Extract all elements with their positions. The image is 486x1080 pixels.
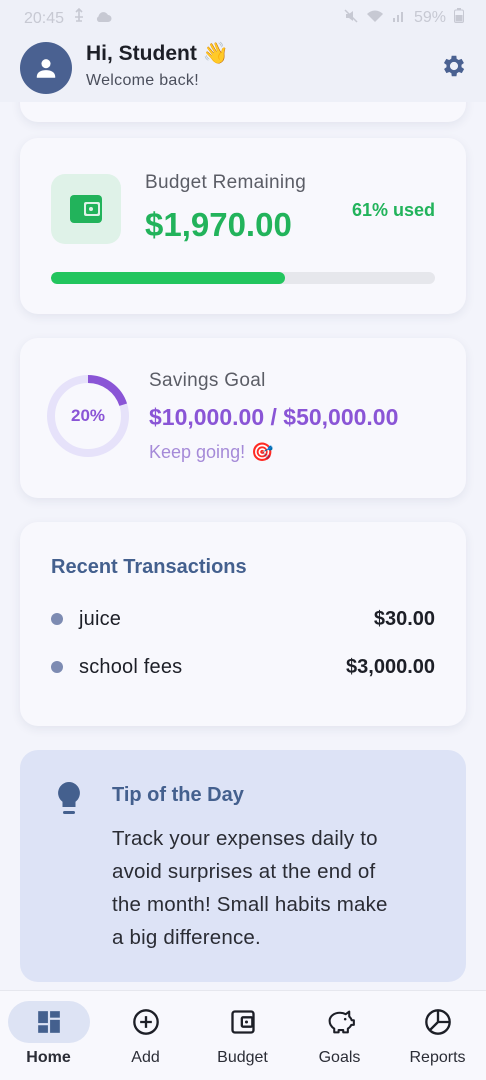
transaction-name: school fees: [79, 655, 183, 678]
target-emoji: 🎯: [251, 442, 274, 462]
bullet-icon: [51, 661, 63, 673]
dashboard-content[interactable]: Budget Remaining $1,970.00 61% used 20% …: [0, 102, 486, 990]
savings-note: Keep going! 🎯: [149, 442, 274, 463]
status-bar: 20:45 59%: [0, 0, 486, 34]
lightbulb-icon: [58, 782, 80, 814]
nav-goals[interactable]: Goals: [291, 991, 388, 1080]
add-circle-icon: [132, 1009, 159, 1035]
battery-icon: [454, 8, 464, 28]
wallet-icon: [230, 1010, 255, 1034]
person-icon: [36, 59, 56, 78]
greeting-title: Hi, Student: [86, 42, 197, 65]
transaction-amount: $30.00: [373, 607, 435, 630]
mute-icon: [344, 8, 358, 28]
transactions-title: Recent Transactions: [51, 556, 247, 578]
budget-label: Budget Remaining: [145, 172, 307, 193]
tip-line: avoid surprises at the end of: [112, 860, 376, 883]
transaction-name: juice: [79, 607, 122, 630]
previous-card-edge: [20, 102, 466, 122]
wallet-icon: [70, 195, 102, 223]
app-header: Hi, Student 👋 Welcome back!: [0, 34, 486, 102]
savings-amount: $10,000.00 / $50,000.00: [149, 404, 399, 430]
settings-button[interactable]: [440, 52, 468, 80]
nav-label: Add: [131, 1049, 160, 1066]
pie-chart-icon: [424, 1009, 451, 1035]
transaction-row[interactable]: school fees $3,000.00: [51, 652, 435, 682]
nav-label: Home: [26, 1049, 71, 1066]
tip-line: Track your expenses daily to: [112, 827, 378, 850]
nav-label: Goals: [318, 1049, 361, 1066]
bullet-icon: [51, 613, 63, 625]
budget-progress-bar: [51, 272, 435, 284]
gear-icon: [443, 55, 465, 77]
budget-used-label: 61% used: [351, 200, 435, 220]
wifi-icon: [366, 9, 384, 28]
tip-card: Tip of the Day Track your expenses daily…: [20, 750, 466, 982]
nav-label: Budget: [217, 1049, 268, 1066]
status-time: 20:45: [24, 9, 65, 27]
transactions-card[interactable]: Recent Transactions juice $30.00 school …: [20, 522, 466, 726]
nav-add[interactable]: Add: [97, 991, 194, 1080]
nav-budget[interactable]: Budget: [194, 991, 291, 1080]
tip-title: Tip of the Day: [112, 784, 244, 806]
savings-percent: 20%: [70, 406, 106, 425]
budget-amount: $1,970.00: [145, 206, 292, 243]
avatar[interactable]: [20, 42, 72, 94]
transaction-row[interactable]: juice $30.00: [51, 604, 435, 634]
nav-home[interactable]: Home: [0, 991, 97, 1080]
wallet-icon-box: [51, 174, 121, 244]
battery-percent: 59%: [413, 9, 446, 26]
tip-line: a big difference.: [112, 926, 261, 949]
greeting-subtitle: Welcome back!: [86, 72, 199, 89]
budget-progress-fill: [51, 272, 286, 284]
nav-label: Reports: [409, 1049, 466, 1066]
signal-icon: [392, 9, 406, 28]
wave-emoji: 👋: [202, 42, 229, 65]
cloud-icon: [94, 10, 112, 28]
piggy-bank-icon: [328, 1010, 355, 1034]
savings-card[interactable]: 20% Savings Goal $10,000.00 / $50,000.00…: [20, 338, 466, 498]
tip-line: the month! Small habits make: [112, 893, 388, 916]
greeting-block: Hi, Student 👋 Welcome back!: [86, 42, 229, 90]
budget-card[interactable]: Budget Remaining $1,970.00 61% used: [20, 138, 466, 314]
transaction-amount: $3,000.00: [346, 655, 435, 678]
dashboard-icon: [37, 1011, 60, 1033]
bottom-navigation: Home Add Budget Goals Reports: [0, 990, 486, 1080]
savings-note-text: Keep going!: [149, 442, 246, 462]
savings-label: Savings Goal: [149, 370, 266, 391]
usb-debug-icon: [72, 7, 86, 29]
nav-reports[interactable]: Reports: [389, 991, 486, 1080]
tip-text: Track your expenses daily to avoid surpr…: [112, 822, 442, 954]
